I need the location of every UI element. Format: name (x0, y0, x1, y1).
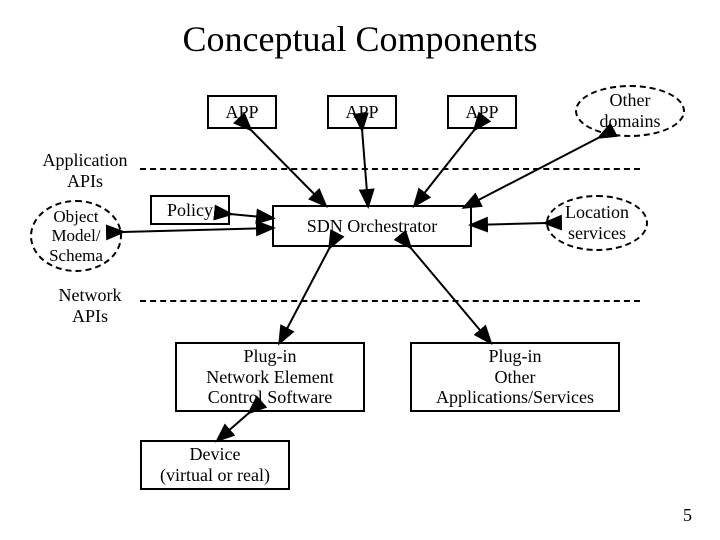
diagram-arrows (0, 0, 720, 540)
app-box-1: APP (207, 95, 277, 129)
network-apis-divider (140, 300, 640, 302)
page-number: 5 (683, 505, 692, 526)
application-apis-divider (140, 168, 640, 170)
location-services-oval: Location services (546, 195, 648, 251)
plugin-nec-box: Plug-in Network Element Control Software (175, 342, 365, 412)
policy-box: Policy (150, 195, 230, 225)
app-box-2: APP (327, 95, 397, 129)
application-apis-label: Application APIs (30, 150, 140, 191)
app-box-3: APP (447, 95, 517, 129)
network-apis-label: Network APIs (40, 285, 140, 326)
plugin-other-box: Plug-in Other Applications/Services (410, 342, 620, 412)
device-box: Device (virtual or real) (140, 440, 290, 490)
page-title: Conceptual Components (0, 18, 720, 60)
sdn-orchestrator-box: SDN Orchestrator (272, 205, 472, 247)
object-model-oval: Object Model/ Schema (30, 200, 122, 272)
other-domains-oval: Other domains (575, 85, 685, 137)
